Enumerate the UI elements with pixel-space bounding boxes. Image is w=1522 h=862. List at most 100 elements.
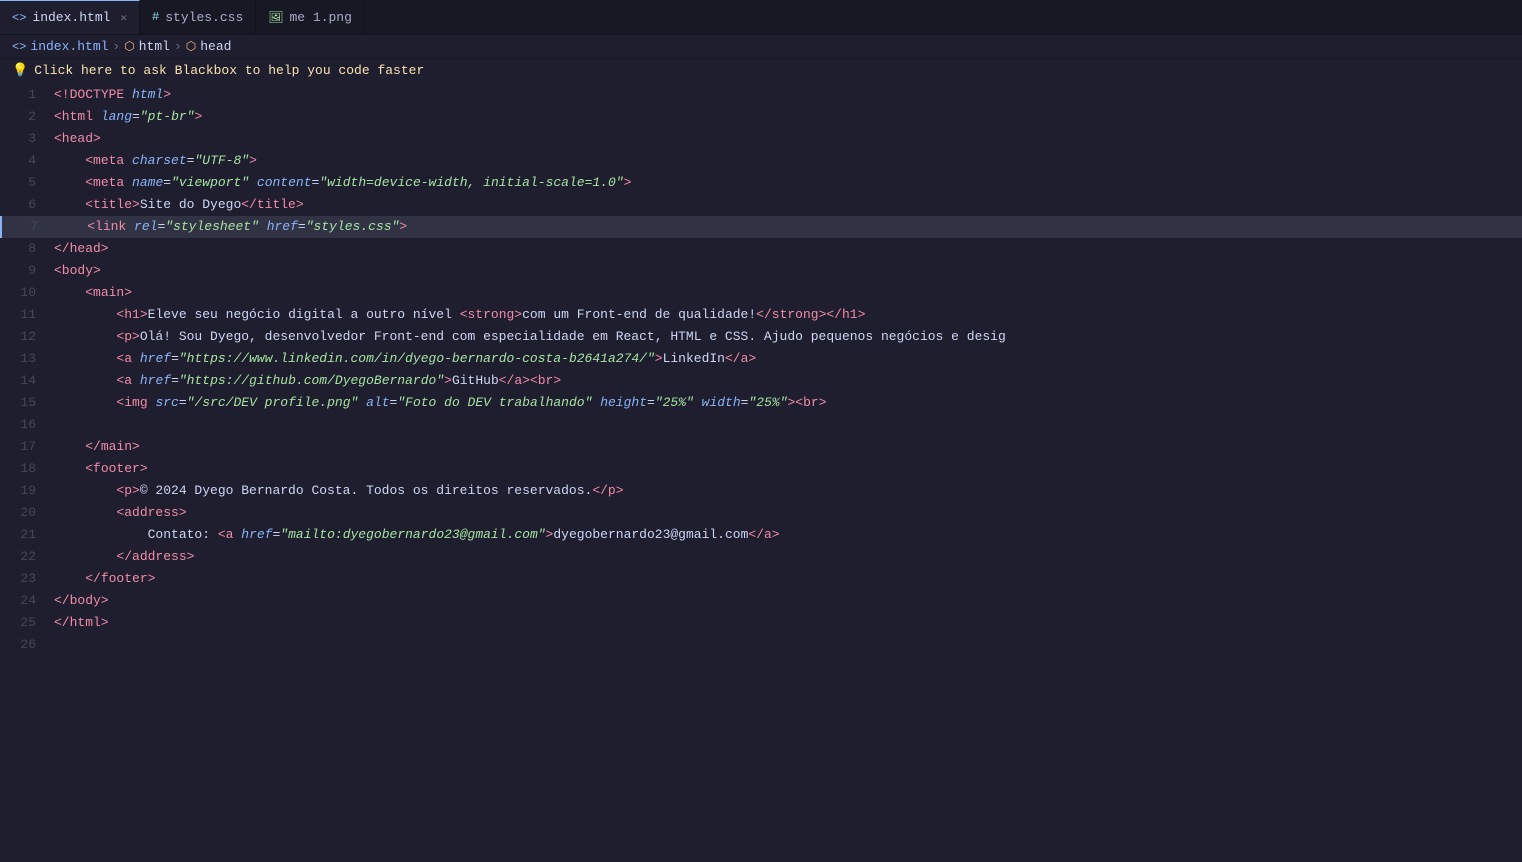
- breadcrumb-html-icon: <>: [12, 40, 26, 54]
- breadcrumb-html-tag-icon: ⬡: [124, 39, 134, 54]
- line-number-5: 5: [0, 172, 50, 194]
- breadcrumb-head-label[interactable]: head: [200, 39, 231, 54]
- code-line-15: 15 <img src="/src/DEV profile.png" alt="…: [0, 392, 1522, 414]
- line-content-6: <title>Site do Dyego</title>: [50, 194, 1522, 216]
- line-number-17: 17: [0, 436, 50, 458]
- tab-index-html[interactable]: <> index.html ✕: [0, 0, 140, 34]
- line-number-24: 24: [0, 590, 50, 612]
- html-icon: <>: [12, 11, 26, 25]
- line-number-14: 14: [0, 370, 50, 392]
- line-content-9: <body>: [50, 260, 1522, 282]
- line-content-22: </address>: [50, 546, 1522, 568]
- line-number-26: 26: [0, 634, 50, 656]
- css-icon: #: [152, 10, 159, 24]
- line-content-12: <p>Olá! Sou Dyego, desenvolvedor Front-e…: [50, 326, 1522, 348]
- line-number-3: 3: [0, 128, 50, 150]
- line-number-4: 4: [0, 150, 50, 172]
- line-number-11: 11: [0, 304, 50, 326]
- line-number-25: 25: [0, 612, 50, 634]
- code-line-20: 20 <address>: [0, 502, 1522, 524]
- line-content-19: <p>© 2024 Dyego Bernardo Costa. Todos os…: [50, 480, 1522, 502]
- line-number-2: 2: [0, 106, 50, 128]
- tab-bar: <> index.html ✕ # styles.css 🖼 me 1.png: [0, 0, 1522, 35]
- tab-label-index-html: index.html: [32, 10, 110, 25]
- tab-styles-css[interactable]: # styles.css: [140, 0, 256, 34]
- breadcrumb-sep-2: ›: [174, 39, 182, 54]
- code-line-11: 11 <h1>Eleve seu negócio digital a outro…: [0, 304, 1522, 326]
- line-number-6: 6: [0, 194, 50, 216]
- line-content-10: <main>: [50, 282, 1522, 304]
- blackbox-text: Click here to ask Blackbox to help you c…: [34, 63, 424, 78]
- code-line-3: 3 <head>: [0, 128, 1522, 150]
- breadcrumb-sep-1: ›: [112, 39, 120, 54]
- line-number-21: 21: [0, 524, 50, 546]
- code-line-16: 16: [0, 414, 1522, 436]
- line-content-20: <address>: [50, 502, 1522, 524]
- code-line-1: 1 <!DOCTYPE html>: [0, 84, 1522, 106]
- code-line-13: 13 <a href="https://www.linkedin.com/in/…: [0, 348, 1522, 370]
- tab-label-styles-css: styles.css: [165, 10, 243, 25]
- line-content-15: <img src="/src/DEV profile.png" alt="Fot…: [50, 392, 1522, 414]
- line-content-25: </html>: [50, 612, 1522, 634]
- line-content-21: Contato: <a href="mailto:dyegobernardo23…: [50, 524, 1522, 546]
- line-number-20: 20: [0, 502, 50, 524]
- blackbox-banner[interactable]: 💡 Click here to ask Blackbox to help you…: [0, 59, 1522, 82]
- line-content-14: <a href="https://github.com/DyegoBernard…: [50, 370, 1522, 392]
- line-content-5: <meta name="viewport" content="width=dev…: [50, 172, 1522, 194]
- breadcrumb-file[interactable]: index.html: [30, 39, 108, 54]
- png-icon: 🖼: [268, 10, 283, 25]
- line-number-12: 12: [0, 326, 50, 348]
- line-content-3: <head>: [50, 128, 1522, 150]
- code-line-23: 23 </footer>: [0, 568, 1522, 590]
- code-line-25: 25 </html>: [0, 612, 1522, 634]
- code-line-6: 6 <title>Site do Dyego</title>: [0, 194, 1522, 216]
- breadcrumb-head-icon: ⬡: [186, 39, 196, 54]
- line-number-22: 22: [0, 546, 50, 568]
- breadcrumb: <> index.html › ⬡ html › ⬡ head: [0, 35, 1522, 59]
- code-line-14: 14 <a href="https://github.com/DyegoBern…: [0, 370, 1522, 392]
- line-number-16: 16: [0, 414, 50, 436]
- code-line-10: 10 <main>: [0, 282, 1522, 304]
- blackbox-icon: 💡: [12, 63, 28, 78]
- line-number-9: 9: [0, 260, 50, 282]
- code-line-9: 9 <body>: [0, 260, 1522, 282]
- line-content-23: </footer>: [50, 568, 1522, 590]
- tab-label-me-png: me 1.png: [290, 10, 352, 25]
- code-line-18: 18 <footer>: [0, 458, 1522, 480]
- line-content-8: </head>: [50, 238, 1522, 260]
- code-line-5: 5 <meta name="viewport" content="width=d…: [0, 172, 1522, 194]
- line-content-4: <meta charset="UTF-8">: [50, 150, 1522, 172]
- code-line-12: 12 <p>Olá! Sou Dyego, desenvolvedor Fron…: [0, 326, 1522, 348]
- code-line-4: 4 <meta charset="UTF-8">: [0, 150, 1522, 172]
- editor[interactable]: 1 <!DOCTYPE html> 2 <html lang="pt-br"> …: [0, 84, 1522, 656]
- line-number-15: 15: [0, 392, 50, 414]
- line-content-18: <footer>: [50, 458, 1522, 480]
- code-line-19: 19 <p>© 2024 Dyego Bernardo Costa. Todos…: [0, 480, 1522, 502]
- line-content-11: <h1>Eleve seu negócio digital a outro ní…: [50, 304, 1522, 326]
- line-number-1: 1: [0, 84, 50, 106]
- line-content-24: </body>: [50, 590, 1522, 612]
- line-content-13: <a href="https://www.linkedin.com/in/dye…: [50, 348, 1522, 370]
- tab-close-index-html[interactable]: ✕: [120, 11, 127, 25]
- code-line-17: 17 </main>: [0, 436, 1522, 458]
- line-number-23: 23: [0, 568, 50, 590]
- code-line-21: 21 Contato: <a href="mailto:dyegobernard…: [0, 524, 1522, 546]
- code-line-8: 8 </head>: [0, 238, 1522, 260]
- line-number-10: 10: [0, 282, 50, 304]
- code-line-24: 24 </body>: [0, 590, 1522, 612]
- code-line-22: 22 </address>: [0, 546, 1522, 568]
- line-content-2: <html lang="pt-br">: [50, 106, 1522, 128]
- code-line-7: 7 <link rel="stylesheet" href="styles.cs…: [0, 216, 1522, 238]
- line-content-7: <link rel="stylesheet" href="styles.css"…: [52, 216, 1522, 238]
- line-number-19: 19: [0, 480, 50, 502]
- line-number-18: 18: [0, 458, 50, 480]
- line-number-8: 8: [0, 238, 50, 260]
- line-number-13: 13: [0, 348, 50, 370]
- code-line-26: 26: [0, 634, 1522, 656]
- breadcrumb-html-label[interactable]: html: [139, 39, 170, 54]
- code-area: 1 <!DOCTYPE html> 2 <html lang="pt-br"> …: [0, 84, 1522, 656]
- code-line-2: 2 <html lang="pt-br">: [0, 106, 1522, 128]
- line-content-1: <!DOCTYPE html>: [50, 84, 1522, 106]
- line-number-7: 7: [2, 216, 52, 238]
- tab-me-png[interactable]: 🖼 me 1.png: [256, 0, 365, 34]
